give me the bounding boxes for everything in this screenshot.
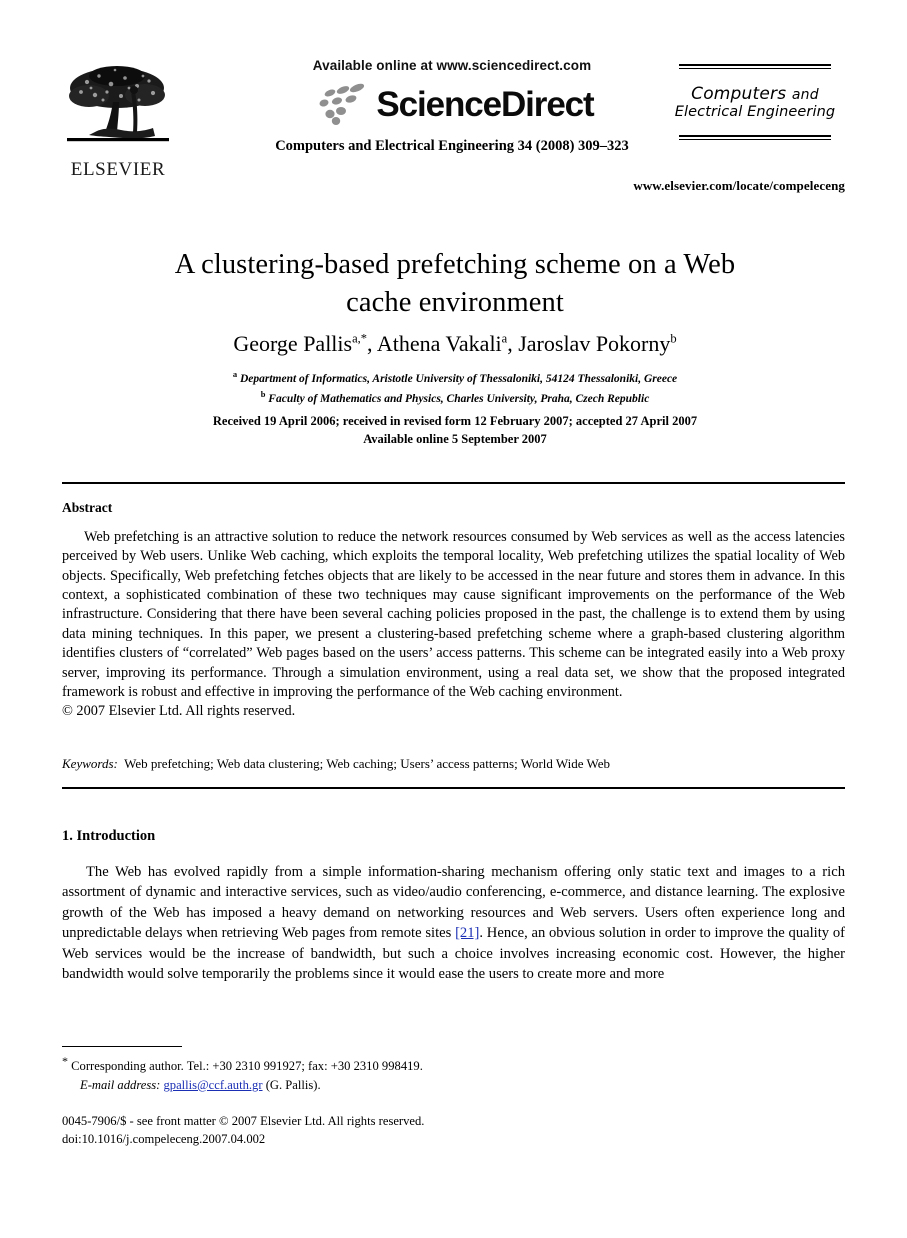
abstract-paragraph: Web prefetching is an attractive solutio…	[62, 529, 845, 700]
author-name-2: Athena Vakali	[376, 331, 502, 356]
journal-logo-bottom-rule	[679, 134, 831, 140]
footnote-corresponding-author: * Corresponding author. Tel.: +30 2310 9…	[62, 1053, 662, 1094]
email-link[interactable]: gpallis@ccf.auth.gr	[164, 1078, 263, 1092]
masthead: ELSEVIER Available online at www.science…	[62, 58, 845, 198]
journal-logo: Computers and Electrical Engineering	[665, 64, 845, 140]
affiliation-b: b Faculty of Mathematics and Physics, Ch…	[110, 388, 800, 408]
author-separator-1: ,	[367, 331, 377, 356]
sciencedirect-swoosh-icon	[319, 83, 365, 125]
section-heading-introduction: 1. Introduction	[62, 828, 156, 844]
affiliation-text-a: Department of Informatics, Aristotle Uni…	[239, 372, 678, 385]
article-history: Received 19 April 2006; received in revi…	[110, 413, 800, 449]
keywords: Keywords: Web prefetching; Web data clus…	[62, 755, 845, 773]
footnote-separator-rule	[62, 1046, 182, 1047]
author-name-3: Jaroslav Pokorny	[518, 331, 671, 356]
citation-link-21[interactable]: [21]	[455, 925, 479, 941]
abstract-copyright: © 2007 Elsevier Ltd. All rights reserved…	[62, 703, 296, 720]
elsevier-tree-icon	[67, 66, 169, 142]
author-separator-2: ,	[507, 331, 519, 356]
journal-logo-top-rule	[679, 64, 831, 69]
journal-citation-line: Computers and Electrical Engineering 34 …	[275, 138, 629, 154]
title-line-1: A clustering-based prefetching scheme on…	[174, 249, 736, 280]
email-address-label: E-mail address:	[80, 1077, 161, 1092]
journal-article-first-page: ELSEVIER Available online at www.science…	[0, 0, 907, 1238]
affiliations: a Department of Informatics, Aristotle U…	[110, 368, 800, 407]
author-affiliation-marker-3: b	[670, 331, 677, 346]
sciencedirect-logo: ScienceDirect	[242, 79, 662, 129]
available-online-line: Available online 5 September 2007	[363, 431, 547, 446]
email-owner: (G. Pallis).	[265, 1077, 321, 1092]
author-name-1: George Pallis	[233, 331, 353, 356]
sciencedirect-block: Available online at www.sciencedirect.co…	[242, 58, 662, 155]
footnote-star-marker: *	[62, 1054, 68, 1068]
affiliation-a: a Department of Informatics, Aristotle U…	[110, 368, 800, 388]
author-list: George Pallisa,*, Athena Vakalia, Jarosl…	[110, 330, 800, 359]
author-affiliation-marker-1: a,*	[352, 331, 368, 346]
journal-logo-title-and: and	[791, 87, 819, 103]
abstract-heading: Abstract	[62, 500, 113, 515]
abstract-top-rule	[62, 482, 845, 484]
keywords-bottom-rule	[62, 787, 845, 789]
journal-homepage-url[interactable]: www.elsevier.com/locate/compeleceng	[633, 178, 845, 194]
section-body-introduction: The Web has evolved rapidly from a simpl…	[62, 862, 845, 985]
introduction-paragraph: The Web has evolved rapidly from a simpl…	[62, 862, 845, 985]
abstract-body: Web prefetching is an attractive solutio…	[62, 528, 845, 722]
sciencedirect-wordmark: ScienceDirect	[376, 84, 594, 124]
doi-line: doi:10.1016/j.compeleceng.2007.04.002	[62, 1132, 266, 1147]
title-line-2: cache environment	[346, 286, 564, 318]
page-title: A clustering-based prefetching scheme on…	[110, 246, 800, 321]
affiliation-text-b: Faculty of Mathematics and Physics, Char…	[268, 392, 650, 405]
keywords-label: Keywords:	[62, 756, 118, 771]
footnote-line-2: E-mail address: gpallis@ccf.auth.gr (G. …	[62, 1076, 662, 1095]
footnote-contact-text: Corresponding author. Tel.: +30 2310 991…	[71, 1059, 423, 1074]
journal-logo-title-main: Computers	[691, 84, 787, 104]
journal-logo-line2: Electrical Engineering	[674, 104, 836, 121]
affiliation-marker-a: a	[232, 369, 238, 379]
available-online-text: Available online at www.sciencedirect.co…	[312, 58, 592, 73]
keywords-value: Web prefetching; Web data clustering; We…	[124, 756, 611, 771]
journal-logo-line1: Computers and	[665, 84, 845, 104]
affiliation-marker-b: b	[260, 388, 266, 399]
footnote-line-1: * Corresponding author. Tel.: +30 2310 9…	[62, 1053, 662, 1076]
colophon: 0045-7906/$ - see front matter © 2007 El…	[62, 1112, 662, 1149]
received-accepted-line: Received 19 April 2006; received in revi…	[212, 414, 698, 428]
issn-front-matter-line: 0045-7906/$ - see front matter © 2007 El…	[62, 1114, 425, 1128]
elsevier-wordmark: ELSEVIER	[70, 159, 166, 180]
elsevier-logo: ELSEVIER	[62, 62, 174, 179]
